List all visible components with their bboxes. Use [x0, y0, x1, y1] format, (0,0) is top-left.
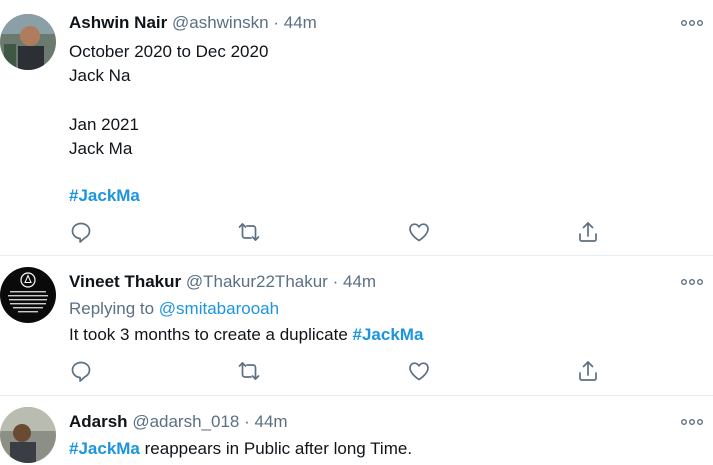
user-name[interactable]: Adarsh — [69, 412, 128, 431]
more-icon — [681, 20, 704, 26]
reply-button[interactable] — [69, 220, 93, 244]
avatar-photo-icon — [0, 14, 56, 70]
more-button[interactable] — [680, 18, 704, 28]
tweet-text-line: Jack Ma — [69, 139, 133, 158]
timestamp[interactable]: 44m — [255, 412, 288, 431]
hashtag-link[interactable]: #JackMa — [353, 325, 424, 344]
tweet-text-body: It took 3 months to create a duplicate — [69, 325, 348, 344]
retweet-button[interactable] — [237, 220, 261, 244]
heart-icon — [409, 223, 429, 242]
like-button[interactable] — [407, 220, 431, 244]
user-handle[interactable]: @adarsh_018 — [132, 412, 239, 431]
timestamp[interactable]: 44m — [343, 272, 376, 291]
tweet-actions — [69, 359, 609, 383]
tweet-ashwin[interactable]: Ashwin Nair @ashwinskn · 44m October 202… — [0, 0, 713, 256]
user-handle[interactable]: @Thakur22Thakur — [186, 272, 328, 291]
user-handle[interactable]: @ashwinskn — [172, 13, 269, 32]
tweet-vineet[interactable]: Vineet Thakur @Thakur22Thakur · 44m Repl… — [0, 255, 713, 396]
tweet-text-body: reappears in Public after long Time. — [144, 439, 413, 458]
user-name[interactable]: Ashwin Nair — [69, 13, 167, 32]
retweet-button[interactable] — [237, 359, 261, 383]
tweet-adarsh[interactable]: Adarsh @adarsh_018 · 44m #JackMa reappea… — [0, 395, 713, 465]
more-icon — [681, 419, 704, 425]
replying-label: Replying to — [69, 299, 155, 318]
avatar-photo-icon — [0, 407, 56, 463]
replying-to: Replying to @smitabarooah — [69, 299, 279, 319]
hashtag-link[interactable]: #JackMa — [69, 186, 140, 206]
avatar[interactable] — [0, 407, 56, 463]
tweet-actions — [69, 220, 609, 244]
more-button[interactable] — [680, 417, 704, 427]
share-icon — [579, 222, 597, 242]
retweet-icon — [238, 223, 260, 241]
reply-icon — [71, 361, 91, 382]
avatar[interactable] — [0, 267, 56, 323]
more-button[interactable] — [680, 277, 704, 287]
separator-dot: · — [332, 272, 339, 291]
share-icon — [579, 361, 597, 381]
more-icon — [681, 279, 704, 285]
avatar[interactable] — [0, 14, 56, 70]
separator-dot: · — [244, 412, 250, 431]
tweet-text: It took 3 months to create a duplicate #… — [69, 325, 423, 345]
reply-button[interactable] — [69, 359, 93, 383]
separator-dot: · — [273, 13, 280, 32]
mention-link[interactable]: @smitabarooah — [159, 299, 279, 318]
user-name[interactable]: Vineet Thakur — [69, 272, 181, 291]
hashtag-link[interactable]: #JackMa — [69, 439, 140, 458]
tweet-header: Adarsh @adarsh_018 · 44m — [69, 412, 288, 432]
tweet-text-line: October 2020 to Dec 2020 — [69, 42, 269, 61]
like-button[interactable] — [407, 359, 431, 383]
reply-icon — [71, 222, 91, 243]
tweet-text-line: Jan 2021 — [69, 115, 139, 134]
tweet-header: Ashwin Nair @ashwinskn · 44m — [69, 13, 317, 33]
share-button[interactable] — [576, 220, 600, 244]
avatar-logo-icon — [0, 267, 56, 323]
tweet-text-line: Jack Na — [69, 66, 131, 85]
tweet-text: #JackMa reappears in Public after long T… — [69, 439, 412, 459]
retweet-icon — [238, 362, 260, 380]
share-button[interactable] — [576, 359, 600, 383]
heart-icon — [409, 362, 429, 381]
tweet-header: Vineet Thakur @Thakur22Thakur · 44m — [69, 272, 376, 292]
timestamp[interactable]: 44m — [284, 13, 317, 32]
